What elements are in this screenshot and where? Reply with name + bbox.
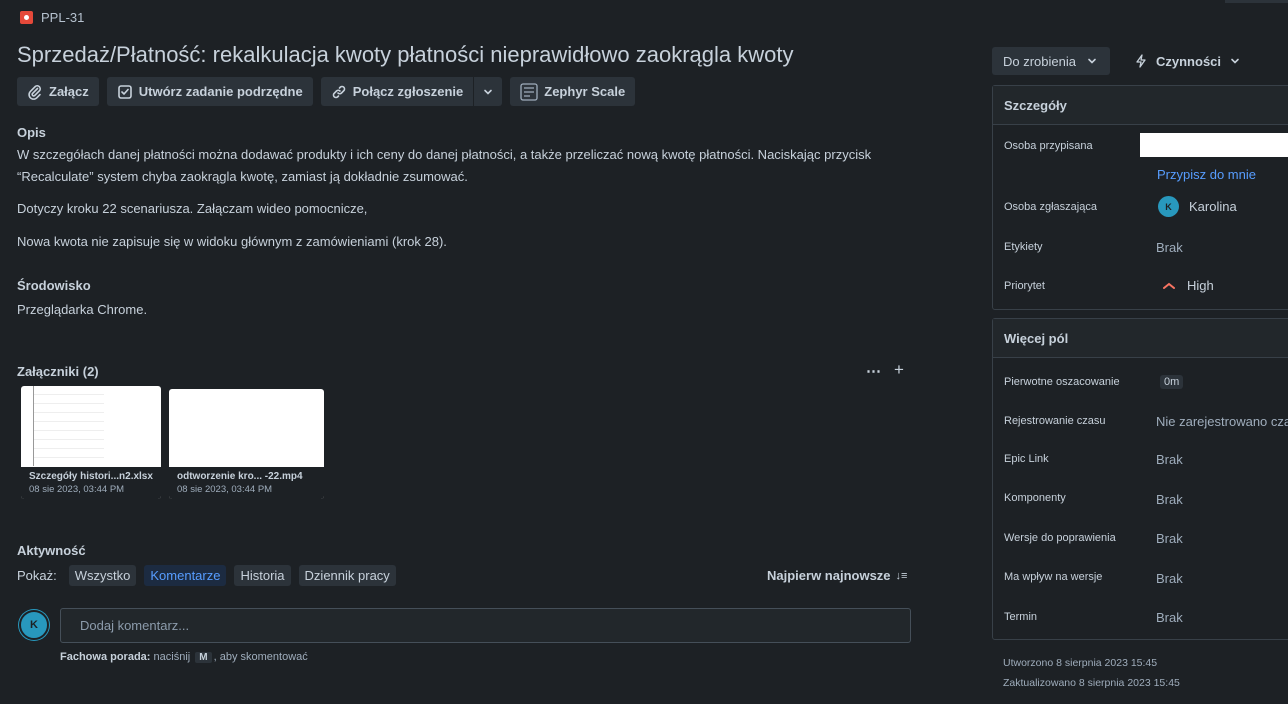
- reporter-name: Karolina: [1189, 199, 1237, 214]
- field-label: Wersje do poprawienia: [1004, 532, 1116, 544]
- lightning-icon: [1136, 54, 1146, 68]
- comment-placeholder: Dodaj komentarz...: [80, 618, 190, 633]
- assign-to-me-link[interactable]: Przypisz do mnie: [1157, 167, 1256, 182]
- tab-comments[interactable]: Komentarze: [144, 565, 227, 586]
- field-value[interactable]: Nie zarejestrowano czasu: [1156, 414, 1288, 429]
- attachment-name: Szczegóły histori...n2.xlsx: [29, 471, 153, 482]
- field-value[interactable]: Brak: [1156, 531, 1183, 546]
- more-fields-heading[interactable]: Więcej pól: [993, 319, 1288, 358]
- field-label: Rejestrowanie czasu: [1004, 415, 1106, 427]
- link-issue-button[interactable]: Połącz zgłoszenie: [320, 77, 474, 106]
- attachment-name: odtworzenie kro... -22.mp4: [177, 471, 303, 482]
- link-issue-label: Połącz zgłoszenie: [352, 84, 464, 99]
- status-dropdown[interactable]: Do zrobienia: [992, 47, 1110, 75]
- description-line-2: “Recalculate” system chyba zaokrągla kwo…: [17, 169, 468, 184]
- link-issue-group: Połącz zgłoszenie: [320, 77, 503, 106]
- field-label: Termin: [1004, 611, 1038, 623]
- description-heading: Opis: [17, 125, 46, 140]
- attachments-heading: Załączniki (2): [17, 364, 99, 379]
- tab-all[interactable]: Wszystko: [68, 565, 137, 586]
- attach-button[interactable]: Załącz: [17, 77, 99, 106]
- priority-label: Priorytet: [1004, 280, 1045, 292]
- attachment-date: 08 sie 2023, 03:44 PM: [29, 484, 125, 495]
- updated-date: Zaktualizowano 8 sierpnia 2023 15:45: [1003, 677, 1180, 689]
- attachment-card-mp4[interactable]: odtworzenie kro... -22.mp4 08 sie 2023, …: [169, 389, 324, 499]
- field-label: Pierwotne oszacowanie: [1004, 376, 1120, 388]
- actions-label: Czynności: [1156, 53, 1222, 69]
- actions-dropdown[interactable]: Czynności: [1124, 47, 1251, 75]
- priority-high-icon: [1163, 282, 1175, 289]
- tab-worklog[interactable]: Dziennik pracy: [298, 565, 396, 586]
- field-value[interactable]: Brak: [1156, 571, 1183, 586]
- attach-label: Załącz: [49, 84, 89, 99]
- issue-key-label: PPL-31: [41, 10, 85, 25]
- issue-toolbar: Załącz Utwórz zadanie podrzędne Połącz z…: [17, 77, 636, 106]
- paperclip-icon: [28, 84, 41, 100]
- reporter-label: Osoba zgłaszająca: [1004, 201, 1097, 213]
- activity-filter: Pokaż: Wszystko Komentarze Historia Dzie…: [17, 565, 396, 586]
- environment-text[interactable]: Przeglądarka Chrome.: [17, 299, 147, 321]
- pro-tip: Fachowa porada: naciśnij M, aby skomento…: [60, 651, 308, 663]
- description-paragraph-2: Dotyczy kroku 22 scenariusza. Załączam w…: [17, 201, 368, 216]
- attachment-meta: odtworzenie kro... -22.mp4 08 sie 2023, …: [169, 467, 324, 499]
- labels-label: Etykiety: [1004, 241, 1043, 253]
- top-scrollbar: [1225, 0, 1288, 3]
- assignee-label: Osoba przypisana: [1004, 140, 1093, 152]
- details-heading[interactable]: Szczegóły: [993, 86, 1288, 125]
- priority-value[interactable]: High: [1163, 278, 1214, 293]
- sort-label: Najpierw najnowsze: [767, 568, 891, 583]
- link-icon: [332, 85, 345, 98]
- description-body[interactable]: W szczegółach danej płatności można doda…: [17, 144, 917, 188]
- attachment-meta: Szczegóły histori...n2.xlsx 08 sie 2023,…: [21, 467, 161, 499]
- pro-tip-post: , aby skomentować: [213, 651, 308, 663]
- attachment-date: 08 sie 2023, 03:44 PM: [177, 484, 273, 495]
- zephyr-icon: [520, 82, 538, 101]
- avatar: K: [1158, 196, 1179, 217]
- created-date: Utworzono 8 sierpnia 2023 15:45: [1003, 657, 1158, 669]
- pro-tip-label: Fachowa porada:: [60, 651, 151, 663]
- activity-heading: Aktywność: [17, 543, 86, 558]
- field-label: Epic Link: [1004, 453, 1049, 465]
- priority-text: High: [1187, 278, 1214, 293]
- create-subtask-label: Utwórz zadanie podrzędne: [138, 84, 303, 99]
- chevron-down-icon: [1088, 58, 1096, 64]
- link-issue-dropdown[interactable]: [474, 77, 503, 106]
- subtask-icon: [117, 84, 132, 99]
- field-value[interactable]: Brak: [1156, 452, 1183, 467]
- sort-icon: ↓≡: [895, 569, 908, 582]
- show-label: Pokaż:: [17, 568, 57, 583]
- issue-title[interactable]: Sprzedaż/Płatność: rekalkulacja kwoty pł…: [17, 42, 794, 68]
- more-fields-panel: Więcej pól Pierwotne oszacowanie 0m Reje…: [992, 318, 1288, 640]
- assignee-field[interactable]: [1140, 133, 1288, 157]
- pro-tip-key: M: [195, 652, 212, 663]
- field-label: Ma wpływ na wersje: [1004, 571, 1103, 583]
- chevron-down-icon: [1231, 58, 1239, 64]
- status-label: Do zrobienia: [1003, 53, 1076, 69]
- create-subtask-button[interactable]: Utwórz zadanie podrzędne: [106, 77, 313, 106]
- description-paragraph-3: Nowa kwota nie zapisuje się w widoku głó…: [17, 234, 447, 249]
- attachment-card-xlsx[interactable]: Szczegóły histori...n2.xlsx 08 sie 2023,…: [21, 386, 161, 499]
- spreadsheet-thumbnail: [33, 386, 104, 466]
- zephyr-scale-button[interactable]: Zephyr Scale: [510, 77, 636, 106]
- field-value[interactable]: Brak: [1156, 492, 1183, 507]
- avatar: K: [19, 610, 49, 640]
- chevron-down-icon: [484, 89, 493, 95]
- zephyr-scale-label: Zephyr Scale: [544, 84, 626, 99]
- tab-history[interactable]: Historia: [234, 565, 291, 586]
- field-value[interactable]: 0m: [1160, 375, 1184, 389]
- field-label: Komponenty: [1004, 492, 1066, 504]
- sort-toggle[interactable]: Najpierw najnowsze ↓≡: [767, 568, 907, 583]
- labels-value[interactable]: Brak: [1156, 240, 1183, 255]
- details-panel: Szczegóły Osoba przypisana Przypisz do m…: [992, 85, 1288, 310]
- bug-icon: [20, 11, 33, 24]
- issue-key[interactable]: PPL-31: [20, 10, 84, 25]
- reporter-value[interactable]: K Karolina: [1158, 196, 1237, 217]
- pro-tip-pre: naciśnij: [153, 651, 191, 663]
- description-line-1: W szczegółach danej płatności można doda…: [17, 147, 872, 162]
- field-value[interactable]: Brak: [1156, 610, 1183, 625]
- comment-input[interactable]: Dodaj komentarz...: [60, 608, 911, 643]
- add-attachment-icon[interactable]: +: [894, 360, 904, 380]
- environment-heading: Środowisko: [17, 278, 91, 293]
- more-options-icon[interactable]: ⋯: [866, 362, 881, 380]
